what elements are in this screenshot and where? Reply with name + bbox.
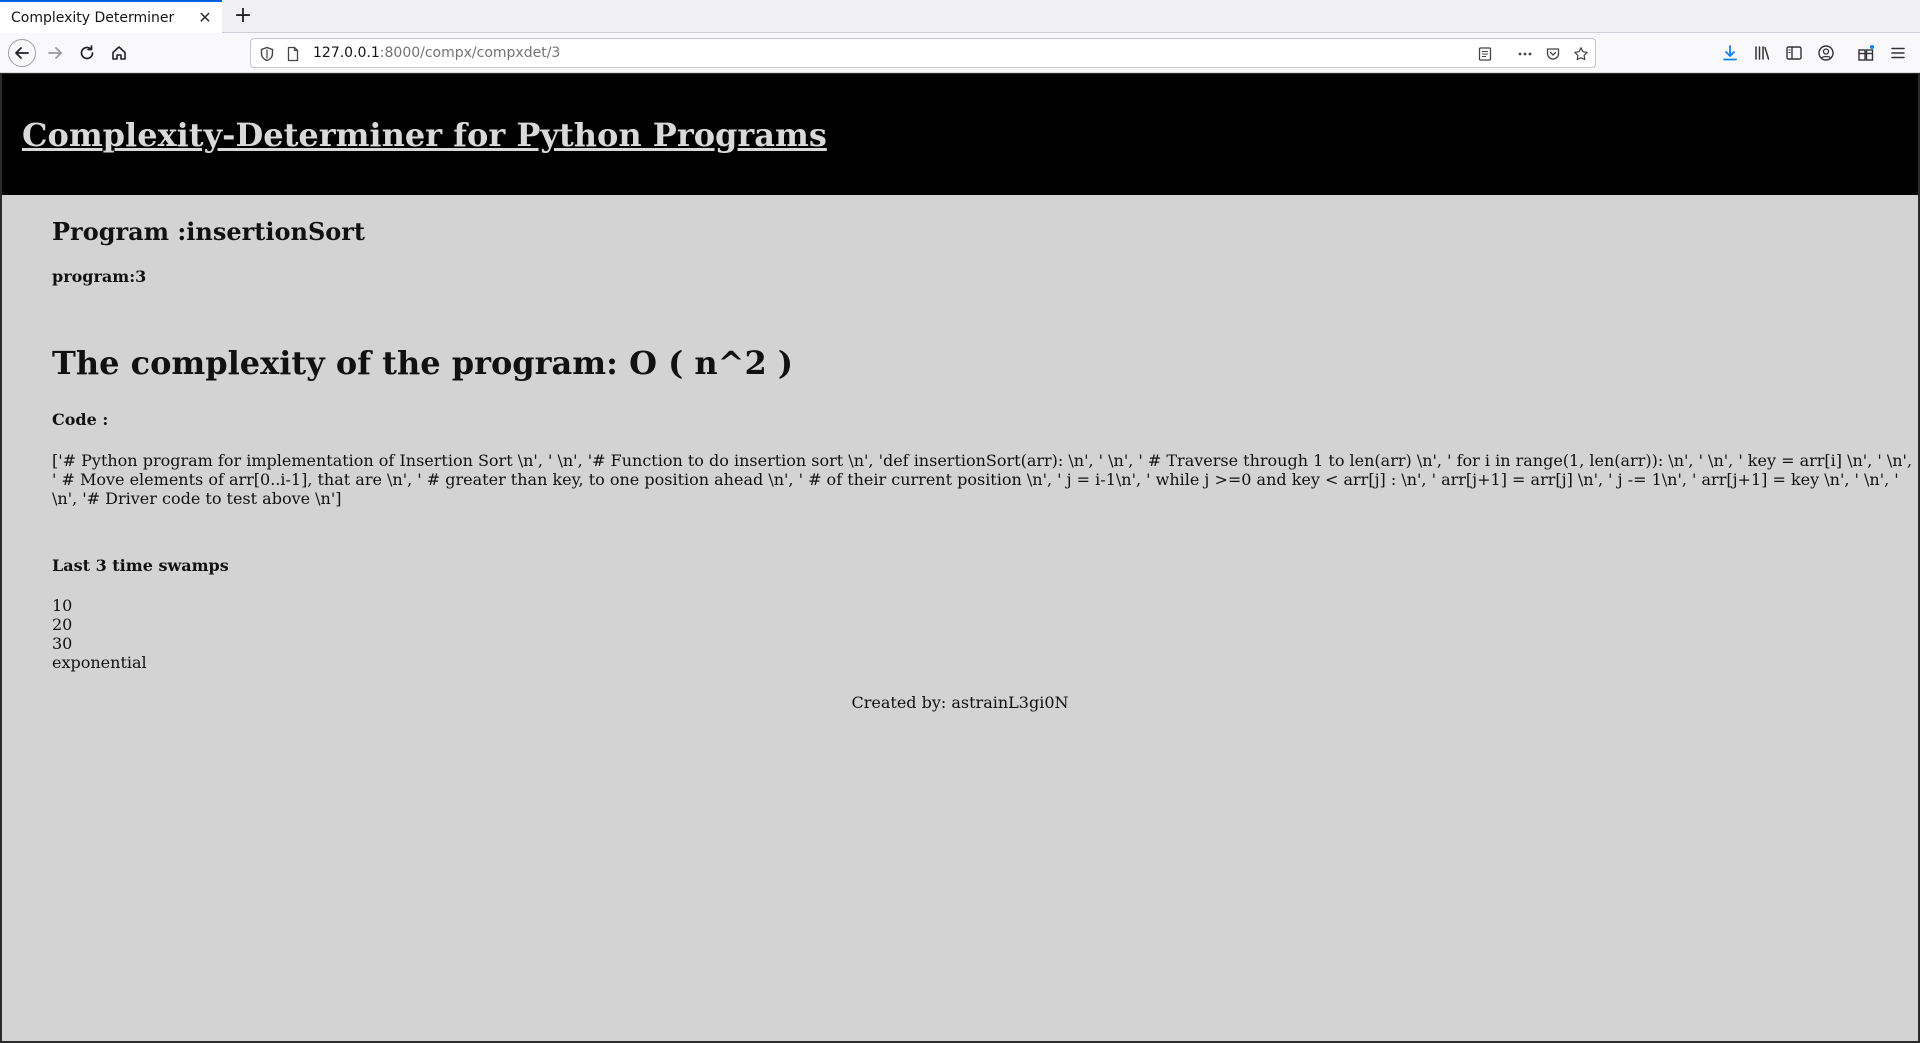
swamp-item: 20 (52, 615, 73, 634)
forward-button[interactable] (42, 40, 68, 66)
pocket-icon[interactable] (1545, 46, 1561, 62)
url-host: 127.0.0.1 (313, 45, 380, 61)
close-tab-icon[interactable]: ✕ (196, 9, 214, 27)
reload-button[interactable] (74, 40, 100, 66)
sidebar-icon[interactable] (1785, 44, 1803, 62)
more-actions-icon[interactable] (1517, 46, 1533, 62)
url-path: :8000/compx/compxdet/3 (379, 45, 561, 61)
navigation-bar: 127.0.0.1:8000/compx/compxdet/3 (0, 33, 1920, 73)
arrow-right-icon (48, 47, 62, 59)
footer-credit: Created by: astrainL3gi0N (851, 693, 1069, 712)
bookmark-star-icon[interactable] (1573, 46, 1589, 62)
downloads-icon[interactable] (1721, 44, 1739, 62)
code-label: Code : (52, 410, 109, 429)
tab-complexity-determiner[interactable]: Complexity Determiner ✕ (0, 0, 222, 33)
swamps-list: 10 20 30 exponential (52, 596, 1918, 672)
swamp-item: exponential (52, 653, 147, 672)
reader-view-icon[interactable] (1477, 46, 1493, 62)
extensions-icon[interactable] (1857, 44, 1875, 62)
back-button[interactable] (8, 39, 36, 67)
swamp-item: 30 (52, 634, 73, 653)
reload-icon (80, 45, 94, 60)
account-icon[interactable] (1817, 44, 1835, 62)
tab-bar: Complexity Determiner ✕ + (0, 0, 1920, 33)
swamp-item: 10 (52, 596, 73, 615)
arrow-left-icon (15, 47, 29, 59)
tab-title: Complexity Determiner (11, 9, 175, 26)
main-content: Program :insertionSort program:3 The com… (2, 217, 1918, 672)
home-icon (112, 46, 126, 60)
home-button[interactable] (106, 40, 132, 66)
program-title: Program :insertionSort (52, 217, 366, 246)
site-header: Complexity-Determiner for Python Program… (2, 74, 1918, 195)
page-viewport: Complexity-Determiner for Python Program… (2, 74, 1918, 1041)
menu-icon[interactable] (1889, 44, 1907, 62)
swamps-heading: Last 3 time swamps (52, 556, 229, 575)
library-icon[interactable] (1753, 44, 1771, 62)
page-icon[interactable] (285, 46, 301, 62)
code-body: ['# Python program for implementation of… (52, 451, 1913, 508)
new-tab-button[interactable]: + (232, 5, 254, 27)
url-bar[interactable]: 127.0.0.1:8000/compx/compxdet/3 (250, 38, 1596, 68)
shield-icon[interactable] (259, 46, 275, 62)
complexity-result: The complexity of the program: O ( n^2 ) (52, 344, 793, 382)
program-id: program:3 (52, 267, 147, 286)
site-title-link[interactable]: Complexity-Determiner for Python Program… (22, 116, 827, 154)
url-text[interactable]: 127.0.0.1:8000/compx/compxdet/3 (313, 45, 560, 61)
